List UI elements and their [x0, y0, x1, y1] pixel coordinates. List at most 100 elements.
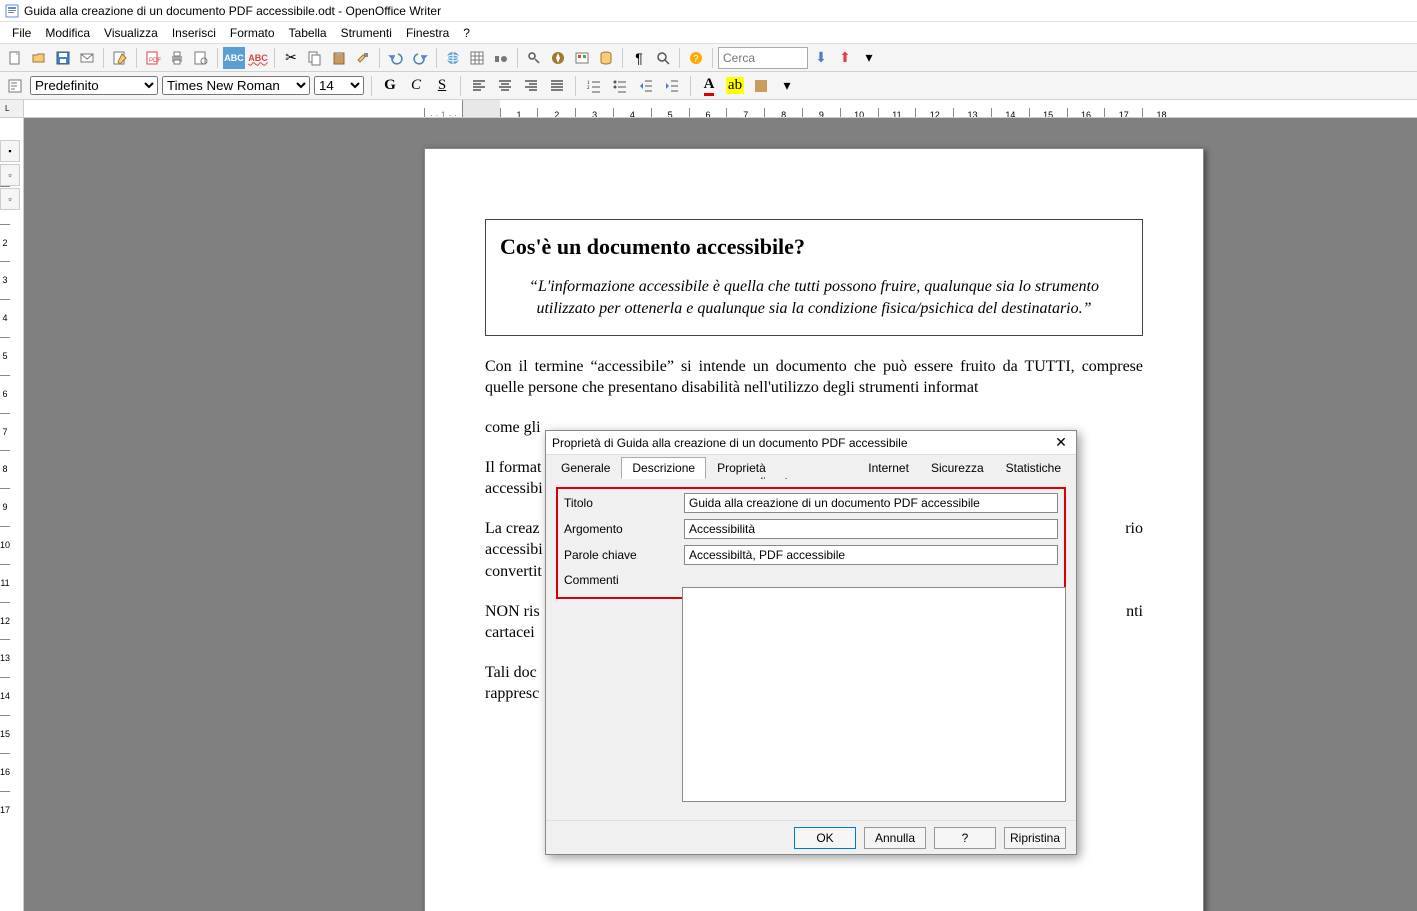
titolo-input[interactable] — [684, 493, 1058, 513]
paste-button[interactable] — [328, 47, 350, 69]
horizontal-ruler[interactable]: · · 1 · ·123456789101112131415161718 — [24, 100, 1417, 118]
print-button[interactable] — [166, 47, 188, 69]
underline-button[interactable]: S — [431, 75, 453, 97]
styles-button[interactable] — [4, 75, 26, 97]
export-pdf-button[interactable]: PDF — [142, 47, 164, 69]
commenti-label: Commenti — [564, 571, 684, 587]
format-paint-button[interactable] — [352, 47, 374, 69]
ripristina-button[interactable]: Ripristina — [1004, 827, 1066, 849]
gallery-button[interactable] — [571, 47, 593, 69]
copy-button[interactable] — [304, 47, 326, 69]
menu-finestra[interactable]: Finestra — [400, 24, 455, 42]
hyperlink-button[interactable] — [442, 47, 464, 69]
align-left-button[interactable] — [468, 75, 490, 97]
open-button[interactable] — [28, 47, 50, 69]
help-button[interactable]: ? — [685, 47, 707, 69]
show-draw-button[interactable] — [490, 47, 512, 69]
window-title: Guida alla creazione di un documento PDF… — [24, 4, 441, 18]
find-button[interactable] — [523, 47, 545, 69]
align-center-button[interactable] — [494, 75, 516, 97]
search-input[interactable] — [718, 47, 808, 69]
svg-text:2: 2 — [587, 86, 590, 91]
numbering-button[interactable]: 12 — [583, 75, 605, 97]
document-quote: “L'informazione accessibile è quella che… — [500, 276, 1128, 321]
commenti-textarea[interactable] — [682, 587, 1066, 802]
nonprint-chars-button[interactable]: ¶ — [628, 47, 650, 69]
tab-generale[interactable]: Generale — [550, 457, 621, 479]
highlight-button[interactable]: ab — [724, 75, 746, 97]
menubar: File Modifica Visualizza Inserisci Forma… — [0, 22, 1417, 44]
italic-button[interactable]: C — [405, 75, 427, 97]
edit-button[interactable] — [109, 47, 131, 69]
dialog-title-text: Proprietà di Guida alla creazione di un … — [552, 436, 908, 450]
help-button[interactable]: ? — [934, 827, 996, 849]
search-up-button[interactable]: ⬆ — [834, 47, 856, 69]
email-button[interactable] — [76, 47, 98, 69]
toolbar-overflow[interactable]: ▾ — [858, 47, 880, 69]
bold-button[interactable]: G — [379, 75, 401, 97]
app-icon — [4, 3, 20, 19]
spellcheck-button[interactable]: ABC — [223, 47, 245, 69]
menu-file[interactable]: File — [6, 24, 37, 42]
side-tab-1[interactable]: ▪ — [0, 140, 20, 162]
font-color-button[interactable]: A — [698, 75, 720, 97]
zoom-button[interactable] — [652, 47, 674, 69]
formatting-toolbar: Predefinito Times New Roman 14 G C S 12 … — [0, 72, 1417, 100]
navigator-button[interactable] — [547, 47, 569, 69]
dialog-titlebar[interactable]: Proprietà di Guida alla creazione di un … — [546, 431, 1076, 455]
menu-tabella[interactable]: Tabella — [283, 24, 333, 42]
paragraph-style-select[interactable]: Predefinito — [30, 76, 158, 95]
close-icon[interactable]: ✕ — [1052, 434, 1070, 452]
toolbar-separator — [217, 48, 218, 68]
menu-inserisci[interactable]: Inserisci — [166, 24, 222, 42]
dialog-tabs: Generale Descrizione Proprietà personali… — [546, 455, 1076, 479]
svg-text:PDF: PDF — [149, 58, 161, 64]
menu-modifica[interactable]: Modifica — [39, 24, 96, 42]
tab-internet[interactable]: Internet — [857, 457, 920, 479]
save-button[interactable] — [52, 47, 74, 69]
new-doc-button[interactable] — [4, 47, 26, 69]
align-justify-button[interactable] — [546, 75, 568, 97]
bullets-button[interactable] — [609, 75, 631, 97]
outdent-button[interactable] — [635, 75, 657, 97]
font-size-select[interactable]: 14 — [314, 76, 364, 95]
tab-descrizione[interactable]: Descrizione — [621, 457, 706, 479]
menu-help[interactable]: ? — [457, 24, 476, 42]
parole-chiave-input[interactable] — [684, 545, 1058, 565]
toolbar-separator — [690, 76, 691, 96]
bg-color-button[interactable] — [750, 75, 772, 97]
format-overflow[interactable]: ▾ — [776, 75, 798, 97]
undo-button[interactable] — [385, 47, 407, 69]
table-button[interactable] — [466, 47, 488, 69]
ruler-corner: L — [0, 100, 24, 118]
toolbar-separator — [679, 48, 680, 68]
tab-sicurezza[interactable]: Sicurezza — [920, 457, 995, 479]
cut-button[interactable]: ✂ — [280, 47, 302, 69]
preview-button[interactable] — [190, 47, 212, 69]
menu-strumenti[interactable]: Strumenti — [335, 24, 398, 42]
titolo-label: Titolo — [564, 496, 684, 510]
standard-toolbar: PDF ABC ABC ✂ ¶ ? ⬇ ⬆ ▾ — [0, 44, 1417, 72]
annulla-button[interactable]: Annulla — [864, 827, 926, 849]
tab-proprieta-personalizzate[interactable]: Proprietà personalizzate — [706, 457, 857, 479]
ok-button[interactable]: OK — [794, 827, 856, 849]
side-tabs: ▪ ▫ ▫ — [0, 140, 20, 212]
svg-text:?: ? — [693, 54, 699, 65]
menu-formato[interactable]: Formato — [224, 24, 281, 42]
document-heading: Cos'è un documento accessibile? — [500, 234, 1128, 260]
vertical-ruler[interactable]: 1234567891011121314151617 — [0, 118, 24, 911]
side-tab-3[interactable]: ▫ — [0, 188, 20, 210]
indent-button[interactable] — [661, 75, 683, 97]
datasource-button[interactable] — [595, 47, 617, 69]
argomento-input[interactable] — [684, 519, 1058, 539]
autospell-button[interactable]: ABC — [247, 47, 269, 69]
align-right-button[interactable] — [520, 75, 542, 97]
tab-statistiche[interactable]: Statistiche — [995, 457, 1072, 479]
redo-button[interactable] — [409, 47, 431, 69]
menu-visualizza[interactable]: Visualizza — [98, 24, 164, 42]
side-tab-2[interactable]: ▫ — [0, 164, 20, 186]
search-down-button[interactable]: ⬇ — [810, 47, 832, 69]
dialog-body: Titolo Argomento Parole chiave Commenti — [546, 479, 1076, 820]
font-name-select[interactable]: Times New Roman — [162, 76, 310, 95]
highlight-box: Titolo Argomento Parole chiave Commenti — [556, 487, 1066, 599]
